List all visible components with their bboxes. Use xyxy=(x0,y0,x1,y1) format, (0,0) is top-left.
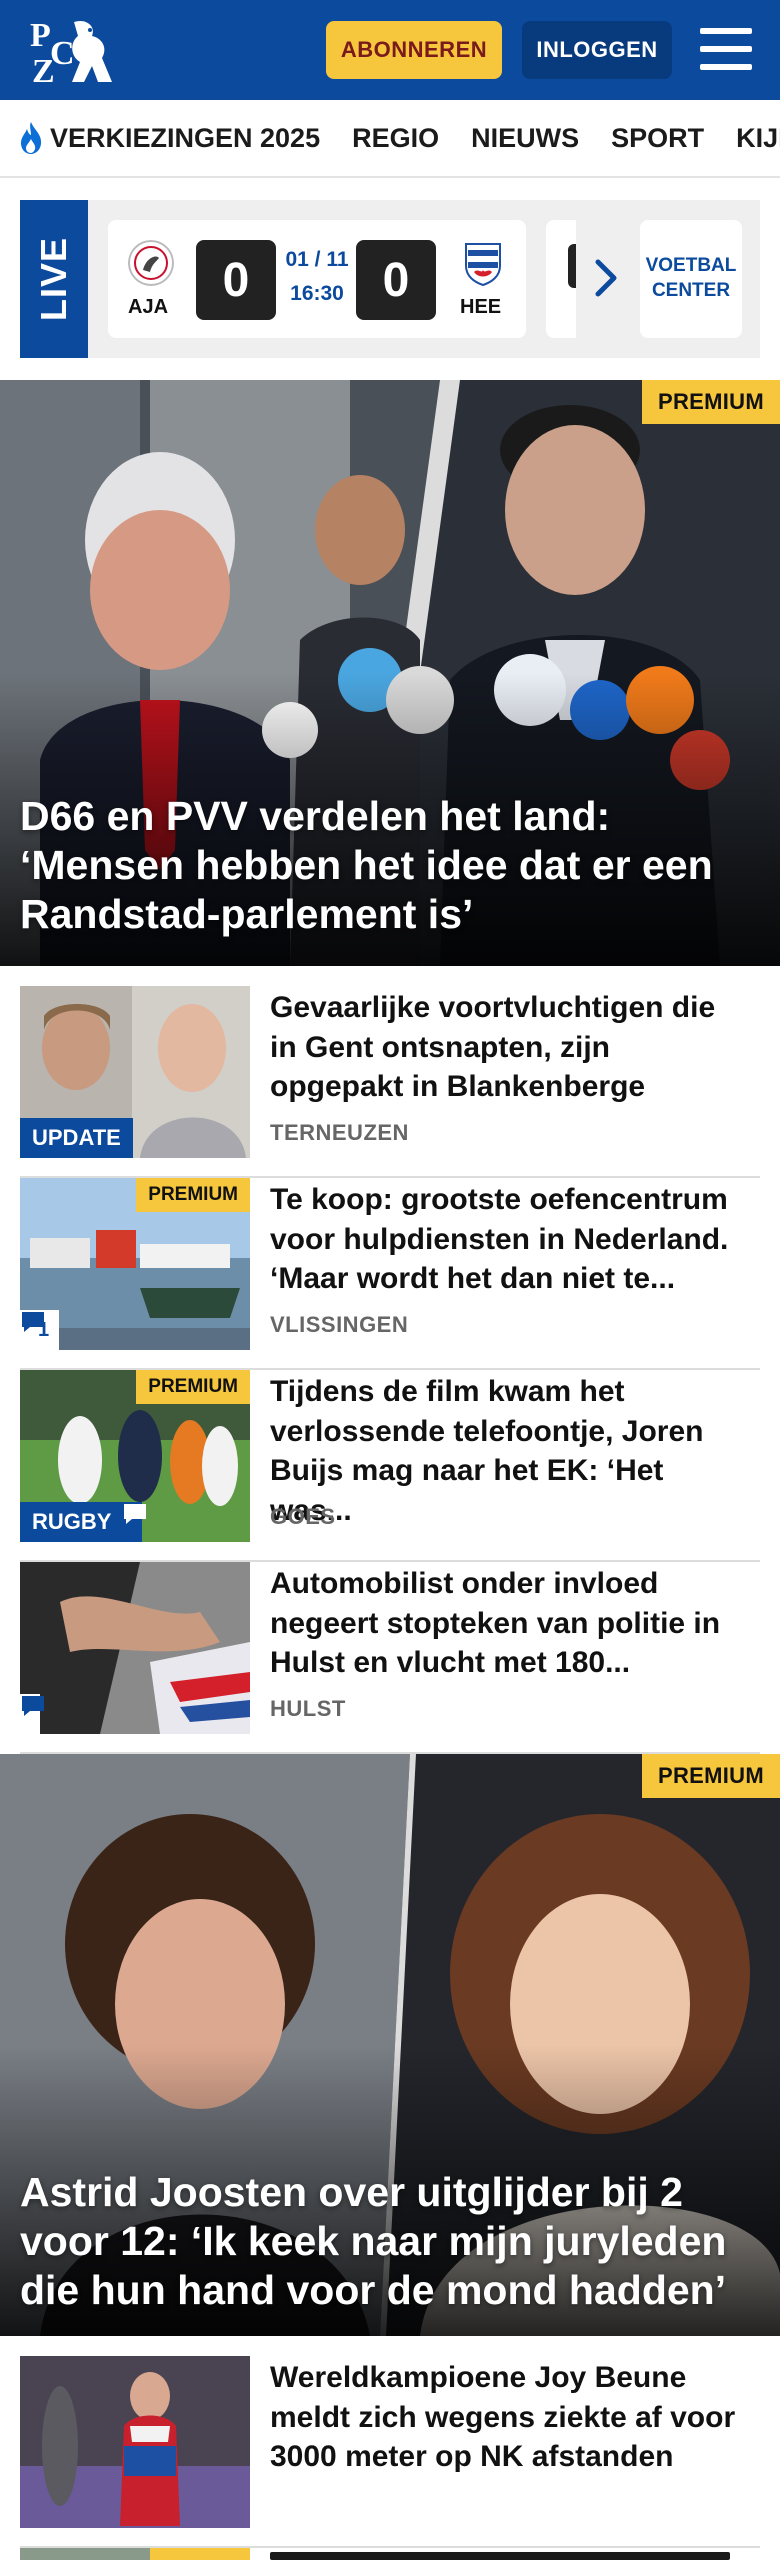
list-item[interactable]: Wereldkampioene Joy Beune meldt zich weg… xyxy=(20,2356,760,2548)
comment-indicator xyxy=(122,1502,146,1542)
subscribe-button[interactable]: ABONNEREN xyxy=(326,21,502,79)
premium-badge: PREMIUM xyxy=(136,1370,250,1404)
nav-item-sport[interactable]: SPORT xyxy=(611,123,704,154)
article-thumbnail xyxy=(20,2356,250,2528)
article-location: HULST xyxy=(270,1696,346,1721)
list-item[interactable]: UPDATE Gevaarlijke voortvluchtigen die i… xyxy=(20,986,760,1178)
hero-title[interactable]: Astrid Joosten over uitglijder bij 2 voo… xyxy=(20,2168,760,2316)
article-thumbnail: PREMIUM RUGBY xyxy=(20,1370,250,1542)
logo-icon[interactable]: P Z C xyxy=(26,12,116,88)
nav-item-nieuws[interactable]: NIEUWS xyxy=(471,123,579,154)
comment-icon xyxy=(22,1696,44,1716)
live-label: LIVE xyxy=(20,200,88,358)
live-scores: LIVE AJA 0 01 / 11 16:30 0 HEE VOETBAL C… xyxy=(20,200,760,358)
list-item[interactable]: PREMIUM 1 Te koop: grootste oefencentrum… xyxy=(20,1178,760,1370)
svg-text:P: P xyxy=(30,17,51,54)
main-nav: VERKIEZINGEN 2025 REGIO NIEUWS SPORT KIJ… xyxy=(0,100,780,178)
premium-badge: PREMIUM xyxy=(642,380,780,424)
article-location: GOES xyxy=(270,1504,336,1529)
article-thumbnail: PREMIUM 1 xyxy=(20,1178,250,1350)
premium-badge: PREMIUM xyxy=(136,1178,250,1212)
rugby-tag: RUGBY xyxy=(20,1502,124,1542)
list-item[interactable]: Automobilist onder invloed negeert stopt… xyxy=(20,1562,760,1754)
hero-article[interactable]: PREMIUM Astrid Joosten over uitglijder b… xyxy=(0,1754,780,2336)
next-match-card[interactable] xyxy=(546,220,576,338)
match-date: 01 / 11 xyxy=(285,248,349,271)
article-thumbnail xyxy=(20,1562,250,1734)
away-team: HEE xyxy=(460,296,502,318)
nav-item-regio[interactable]: REGIO xyxy=(352,123,439,154)
article-location: TERNEUZEN xyxy=(270,1120,409,1145)
article-thumbnail: UPDATE xyxy=(20,986,250,1158)
ajax-crest-icon xyxy=(128,240,174,286)
login-button[interactable]: INLOGGEN xyxy=(522,21,672,79)
article-title[interactable]: Te koop: grootste oefencentrum voor hulp… xyxy=(270,1180,750,1299)
list-item[interactable]: PREMIUM RUGBY Tijdens de film kwam het v… xyxy=(20,1370,760,1562)
home-team: AJA xyxy=(128,296,169,318)
update-tag: UPDATE xyxy=(20,1118,133,1158)
comment-icon xyxy=(124,1504,146,1524)
list-item-partial[interactable] xyxy=(20,2548,760,2560)
voetbal-center-link[interactable]: VOETBAL CENTER xyxy=(640,220,742,338)
nav-label: VERKIEZINGEN 2025 xyxy=(50,122,321,153)
premium-badge: PREMIUM xyxy=(642,1754,780,1798)
article-location: VLISSINGEN xyxy=(270,1312,409,1337)
nav-item-kijk[interactable]: KIJK xyxy=(736,123,780,154)
comment-indicator: 1 xyxy=(20,1310,60,1350)
chevron-right-icon[interactable] xyxy=(592,258,620,298)
article-title[interactable]: Wereldkampioene Joy Beune meldt zich weg… xyxy=(270,2358,750,2477)
hero-article[interactable]: PREMIUM D66 en PVV verdelen het land: ‘M… xyxy=(0,380,780,966)
heerenveen-crest-icon xyxy=(465,243,501,286)
svg-text:C: C xyxy=(50,35,75,72)
comment-indicator xyxy=(20,1694,44,1734)
comment-icon xyxy=(22,1312,44,1332)
flame-icon xyxy=(21,122,42,154)
top-bar: P Z C ABONNEREN INLOGGEN xyxy=(0,0,780,100)
article-title[interactable]: Tijdens de film kwam het verlossende tel… xyxy=(270,1372,750,1530)
premium-badge xyxy=(150,2548,250,2560)
home-score: 0 xyxy=(196,240,276,320)
menu-icon[interactable] xyxy=(700,26,752,72)
match-time: 16:30 xyxy=(290,282,344,305)
away-score: 0 xyxy=(356,240,436,320)
match-card[interactable]: AJA 0 01 / 11 16:30 0 HEE xyxy=(108,220,526,338)
article-title[interactable]: Automobilist onder invloed negeert stopt… xyxy=(270,1564,750,1683)
article-title[interactable]: Gevaarlijke voortvluchtigen die in Gent … xyxy=(270,988,750,1107)
hero-title[interactable]: D66 en PVV verdelen het land: ‘Mensen he… xyxy=(20,792,760,940)
nav-item-verkiezingen[interactable]: VERKIEZINGEN 2025 xyxy=(18,121,320,155)
article-title[interactable] xyxy=(270,2552,730,2560)
